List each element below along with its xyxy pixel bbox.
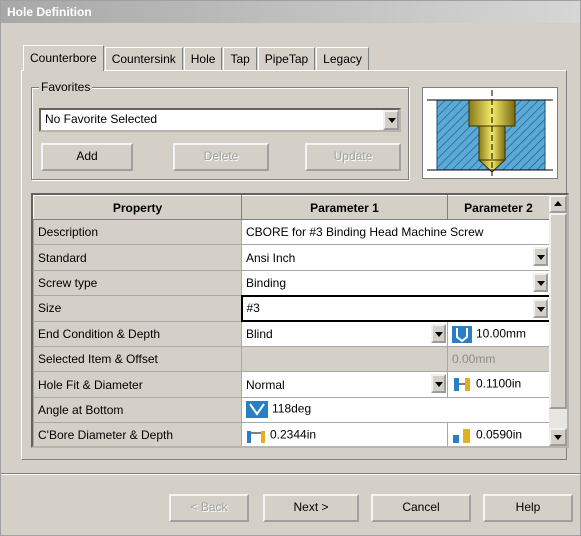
delete-button[interactable]: Delete: [173, 143, 269, 171]
standard-dropdown[interactable]: Ansi Inch: [241, 244, 550, 271]
screw-type-dropdown[interactable]: Binding: [241, 269, 550, 297]
cbore-depth-icon: [453, 428, 470, 443]
tab-tap[interactable]: Tap: [223, 47, 257, 71]
selected-item-field: [241, 345, 448, 373]
size-value: #3: [246, 301, 260, 316]
tab-hole[interactable]: Hole: [183, 47, 223, 71]
chevron-down-icon[interactable]: [533, 247, 548, 267]
property-label: Angle at Bottom: [33, 396, 242, 424]
depth-value: 10.00mm: [476, 326, 527, 341]
scroll-up-icon[interactable]: [549, 195, 567, 213]
tab-strip: Counterbore Countersink Hole Tap PipeTap…: [23, 45, 370, 71]
table-row: Hole Fit & Diameter Normal 0.1100in: [33, 371, 550, 398]
next-button[interactable]: Next >: [263, 494, 359, 522]
hole-fit-value: Normal: [246, 377, 285, 392]
counterbore-section-icon: [427, 90, 553, 176]
table-row: Standard Ansi Inch: [33, 244, 550, 271]
table-row: Screw type Binding: [33, 269, 550, 297]
tab-countersink[interactable]: Countersink: [104, 47, 183, 71]
hole-preview-image: [422, 87, 558, 179]
favorites-dropdown-value: No Favorite Selected: [45, 112, 158, 126]
cbore-depth-field[interactable]: 0.0590in: [447, 422, 550, 446]
diameter-field[interactable]: 0.1100in: [447, 371, 550, 398]
chevron-down-icon[interactable]: [431, 374, 446, 394]
property-label: Screw type: [33, 269, 242, 297]
help-button[interactable]: Help: [483, 494, 573, 522]
add-button[interactable]: Add: [41, 143, 133, 171]
chevron-down-icon[interactable]: [532, 298, 548, 318]
depth-field[interactable]: 10.00mm: [447, 320, 550, 347]
property-label: Description: [33, 218, 242, 246]
grid-header-row: Property Parameter 1 Parameter 2: [33, 195, 550, 220]
hole-fit-dropdown[interactable]: Normal: [241, 371, 448, 398]
screw-type-value: Binding: [246, 275, 287, 290]
cbore-diameter-value: 0.2344in: [270, 427, 317, 442]
chevron-down-icon[interactable]: [533, 272, 548, 292]
angle-field[interactable]: 118deg: [241, 396, 550, 424]
cancel-button[interactable]: Cancel: [371, 494, 471, 522]
table-row: Size #3: [33, 294, 551, 323]
scroll-down-icon[interactable]: [549, 428, 567, 446]
tab-pipetap[interactable]: PipeTap: [257, 47, 316, 71]
update-button[interactable]: Update: [305, 143, 401, 171]
footer-divider: [1, 473, 580, 475]
table-row: Selected Item & Offset 0.00mm: [33, 345, 550, 373]
description-field[interactable]: CBORE for #3 Binding Head Machine Screw: [241, 218, 550, 246]
property-label: Standard: [33, 244, 242, 271]
cbore-depth-value: 0.0590in: [476, 427, 523, 442]
angle-value: 118deg: [272, 402, 312, 417]
property-label: Hole Fit & Diameter: [33, 371, 242, 398]
depth-icon: [452, 325, 472, 343]
grid-scrollbar[interactable]: [549, 195, 567, 446]
window-title: Hole Definition: [1, 1, 580, 23]
end-condition-dropdown[interactable]: Blind: [241, 320, 448, 347]
table-row: End Condition & Depth Blind 10.00mm: [33, 320, 550, 347]
back-button[interactable]: < Back: [169, 494, 249, 522]
favorites-legend: Favorites: [39, 80, 93, 94]
standard-value: Ansi Inch: [246, 250, 296, 265]
chevron-down-icon[interactable]: [383, 110, 399, 130]
offset-value: 0.00mm: [447, 345, 550, 373]
size-dropdown[interactable]: #3: [240, 294, 551, 323]
diameter-value: 0.1100in: [476, 376, 522, 391]
table-row: C'Bore Diameter & Depth 0.2344in 0.0590i…: [33, 422, 550, 446]
column-header-param2[interactable]: Parameter 2: [447, 195, 550, 220]
column-header-param1[interactable]: Parameter 1: [241, 195, 448, 220]
cbore-diameter-field[interactable]: 0.2344in: [241, 422, 448, 446]
tab-legacy[interactable]: Legacy: [316, 47, 369, 71]
column-header-property[interactable]: Property: [33, 195, 242, 220]
end-condition-value: Blind: [246, 327, 273, 341]
hole-definition-window: Hole Definition Counterbore Countersink …: [0, 0, 581, 536]
tab-counterbore[interactable]: Counterbore: [23, 45, 104, 71]
property-grid: Property Parameter 1 Parameter 2 Descrip…: [31, 193, 569, 448]
property-label: Size: [33, 295, 242, 322]
table-row: Angle at Bottom 118deg: [33, 396, 550, 424]
cbore-diameter-icon: [247, 430, 265, 443]
property-label: End Condition & Depth: [33, 320, 242, 347]
diameter-icon: [454, 378, 470, 392]
chevron-down-icon[interactable]: [431, 324, 446, 344]
favorites-dropdown[interactable]: No Favorite Selected: [39, 108, 401, 132]
scroll-thumb[interactable]: [549, 213, 567, 409]
property-label: C'Bore Diameter & Depth: [33, 422, 242, 446]
angle-icon: [246, 401, 268, 419]
property-label: Selected Item & Offset: [33, 345, 242, 373]
table-row: Description CBORE for #3 Binding Head Ma…: [33, 218, 550, 246]
